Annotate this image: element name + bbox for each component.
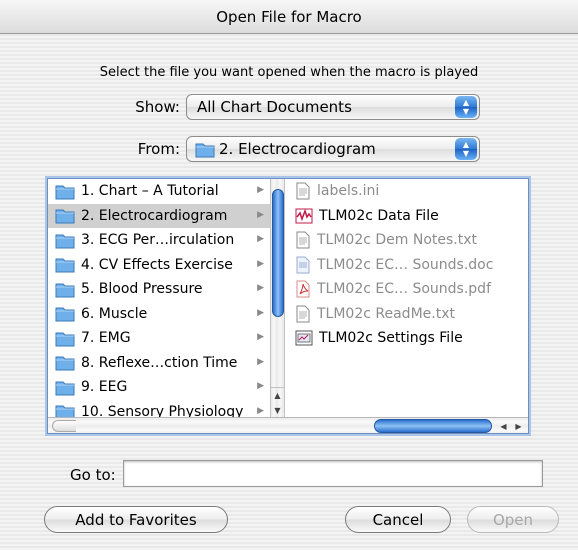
from-popup[interactable]: 2. Electrocardiogram ▲ ▼ (186, 136, 480, 162)
folder-icon (55, 305, 75, 322)
folder-item-label: 7. EMG (81, 330, 131, 347)
folder-item[interactable]: 8. Reflexe…ction Time ▶ (48, 351, 270, 376)
file-item[interactable]: TLM02c ReadMe.txt (288, 302, 528, 327)
vertical-scroll-thumb[interactable] (272, 189, 284, 317)
file-item[interactable]: TLM02c Dem Notes.txt (288, 228, 528, 253)
file-item-label: TLM02c Dem Notes.txt (317, 232, 478, 249)
folder-item[interactable]: 2. Electrocardiogram ▶ (48, 203, 270, 228)
folder-item-label: 4. CV Effects Exercise (81, 256, 233, 273)
file-item[interactable]: TLM02c EC… Sounds.doc (288, 253, 528, 278)
folder-item-label: 8. Reflexe…ction Time (81, 354, 238, 371)
show-popup-value: All Chart Documents (197, 98, 352, 116)
chevron-right-icon: ▶ (257, 283, 264, 293)
folder-item[interactable]: 7. EMG ▶ (48, 326, 270, 351)
folder-item-label: 9. EEG (81, 379, 128, 396)
prompt-text: Select the file you want opened when the… (99, 65, 479, 80)
open-button[interactable]: Open (467, 506, 559, 533)
goto-label: Go to: (70, 466, 116, 484)
horizontal-scroll-left-end (52, 420, 76, 432)
folder-item-label: 3. ECG Per…irculation (81, 232, 235, 249)
folder-icon (55, 354, 75, 371)
folder-column[interactable]: 1. Chart – A Tutorial ▶ 2. Electrocardiogr… (48, 179, 270, 417)
file-browser[interactable]: 1. Chart – A Tutorial ▶ 2. Electrocardiogr… (47, 178, 529, 434)
window-titlebar: Open File for Macro (0, 0, 578, 34)
cancel-button[interactable]: Cancel (345, 506, 451, 533)
folder-icon (55, 281, 75, 298)
vertical-scroll-arrows[interactable]: ▲ ▼ (271, 387, 284, 417)
file-item-label: TLM02c Data File (319, 207, 439, 224)
folder-icon (55, 232, 75, 249)
file-item[interactable]: TLM02c EC… Sounds.pdf (288, 277, 528, 302)
horizontal-scrollbar[interactable]: ◀ ▶ (48, 417, 528, 433)
chevron-right-icon: ▶ (257, 234, 264, 244)
chevron-right-icon: ▶ (257, 209, 264, 220)
folder-item[interactable]: 9. EEG ▶ (48, 375, 270, 400)
text-file-icon (295, 305, 311, 323)
file-item-label: TLM02c Settings File (319, 330, 463, 347)
folder-item-label: 1. Chart – A Tutorial (81, 183, 219, 200)
window-title: Open File for Macro (216, 7, 362, 26)
text-file-icon (295, 231, 311, 249)
folder-item[interactable]: 6. Muscle ▶ (48, 302, 270, 327)
chevron-right-icon: ▶ (257, 356, 264, 367)
folder-item[interactable]: 5. Blood Pressure ▶ (48, 277, 270, 302)
chevron-right-icon: ▶ (257, 307, 264, 318)
file-column[interactable]: labels.ini TLM02c Data File TLM02c Dem Not… (288, 179, 528, 417)
popup-arrows-icon: ▲ ▼ (455, 96, 477, 118)
settings-file-icon (295, 329, 313, 347)
chevron-right-icon: ▶ (257, 185, 264, 195)
file-item[interactable]: TLM02c Data File (288, 204, 528, 229)
folder-item[interactable]: 4. CV Effects Exercise ▶ (48, 253, 270, 278)
from-popup-value: 2. Electrocardiogram (219, 140, 376, 158)
folder-item-label: 6. Muscle (81, 305, 148, 322)
folder-item-label: 5. Blood Pressure (81, 281, 203, 298)
folder-icon (187, 140, 215, 158)
chevron-right-icon: ▶ (257, 405, 264, 416)
folder-icon (55, 330, 75, 347)
goto-input[interactable] (123, 460, 543, 487)
chevron-right-icon: ▶ (257, 258, 264, 269)
file-item-label: TLM02c EC… Sounds.doc (317, 256, 494, 273)
horizontal-scroll-arrows[interactable]: ◀ ▶ (496, 419, 526, 433)
folder-item-label: 10. Sensory Physiology (81, 403, 244, 417)
doc-file-icon (295, 256, 311, 274)
folder-icon (55, 207, 75, 224)
folder-item-label: 2. Electrocardiogram (81, 207, 228, 224)
chart-data-icon (295, 207, 313, 225)
file-item[interactable]: TLM02c Settings File (288, 326, 528, 351)
vertical-scrollbar[interactable]: ▲ ▼ (270, 179, 285, 417)
folder-item[interactable]: 10. Sensory Physiology ▶ (48, 400, 270, 417)
file-item-label: TLM02c EC… Sounds.pdf (317, 281, 491, 298)
chevron-right-icon: ▶ (257, 381, 264, 391)
text-file-icon (295, 182, 311, 200)
add-to-favorites-button[interactable]: Add to Favorites (44, 506, 228, 533)
pdf-file-icon (295, 280, 311, 298)
folder-item[interactable]: 1. Chart – A Tutorial ▶ (48, 179, 270, 204)
file-item-label: TLM02c ReadMe.txt (317, 305, 455, 322)
folder-icon (55, 183, 75, 200)
show-popup[interactable]: All Chart Documents ▲ ▼ (186, 94, 480, 120)
popup-arrows-icon: ▲ ▼ (455, 138, 477, 160)
horizontal-scroll-thumb[interactable] (374, 419, 492, 433)
file-item[interactable]: labels.ini (288, 179, 528, 204)
folder-icon (55, 379, 75, 396)
chevron-right-icon: ▶ (257, 332, 264, 342)
folder-item[interactable]: 3. ECG Per…irculation ▶ (48, 228, 270, 253)
from-label: From: (137, 140, 180, 158)
folder-icon (55, 403, 75, 417)
file-item-label: labels.ini (317, 183, 380, 200)
show-label: Show: (135, 98, 180, 116)
folder-icon (55, 256, 75, 273)
